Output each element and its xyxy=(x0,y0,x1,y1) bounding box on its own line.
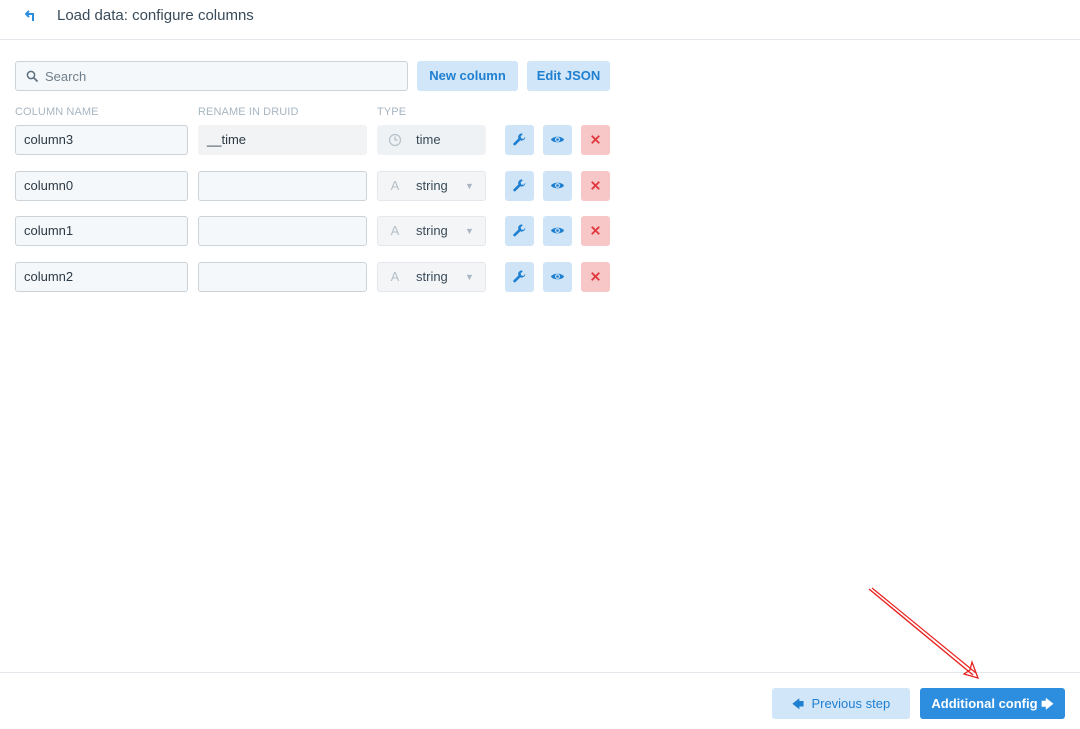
edit-column-button[interactable] xyxy=(505,216,534,246)
page-header: Load data: configure columns xyxy=(0,0,1080,40)
clock-icon xyxy=(388,133,402,147)
column-name-header: COLUMN NAME xyxy=(15,106,99,118)
close-icon xyxy=(591,272,600,281)
wrench-icon xyxy=(513,179,526,192)
additional-config-label: Additional config xyxy=(931,696,1038,711)
rename-input[interactable] xyxy=(198,262,367,292)
edit-column-button[interactable] xyxy=(505,262,534,292)
preview-column-button[interactable] xyxy=(543,125,572,155)
previous-step-button[interactable]: 🡄 Previous step xyxy=(772,688,910,719)
new-column-button[interactable]: New column xyxy=(417,61,518,91)
rename-input: __time xyxy=(198,125,367,155)
close-icon xyxy=(591,135,600,144)
rename-in-druid-header: RENAME IN DRUID xyxy=(198,106,299,118)
search-icon xyxy=(26,70,39,83)
remove-column-button[interactable] xyxy=(581,125,610,155)
preview-column-button[interactable] xyxy=(543,171,572,201)
wrench-icon xyxy=(513,270,526,283)
remove-column-button[interactable] xyxy=(581,171,610,201)
column-name-input[interactable]: column3 xyxy=(15,125,188,155)
edit-json-button[interactable]: Edit JSON xyxy=(527,61,610,91)
column-name-input[interactable]: column1 xyxy=(15,216,188,246)
additional-config-button[interactable]: Additional config 🡆 xyxy=(920,688,1065,719)
back-arrow-icon[interactable] xyxy=(25,8,41,24)
search-box[interactable] xyxy=(15,61,408,91)
footer-bar xyxy=(0,672,1080,729)
caret-down-icon: ▼ xyxy=(465,181,474,191)
type-select[interactable]: A string ▼ xyxy=(377,262,486,292)
arrow-right-icon: 🡆 xyxy=(1041,697,1054,711)
type-label: time xyxy=(416,132,441,147)
text-icon: A xyxy=(390,269,400,284)
text-icon: A xyxy=(390,223,400,238)
type-select: time xyxy=(377,125,486,155)
column-name-input[interactable]: column2 xyxy=(15,262,188,292)
eye-icon xyxy=(550,136,565,143)
close-icon xyxy=(591,181,600,190)
text-icon: A xyxy=(390,178,400,193)
page-title: Load data: configure columns xyxy=(57,7,254,24)
type-label: string xyxy=(416,223,448,238)
type-label: string xyxy=(416,269,448,284)
eye-icon xyxy=(550,273,565,280)
preview-column-button[interactable] xyxy=(543,262,572,292)
type-select[interactable]: A string ▼ xyxy=(377,171,486,201)
remove-column-button[interactable] xyxy=(581,216,610,246)
remove-column-button[interactable] xyxy=(581,262,610,292)
caret-down-icon: ▼ xyxy=(465,226,474,236)
column-name-input[interactable]: column0 xyxy=(15,171,188,201)
type-header: TYPE xyxy=(377,106,407,118)
wrench-icon xyxy=(513,133,526,146)
close-icon xyxy=(591,226,600,235)
type-select[interactable]: A string ▼ xyxy=(377,216,486,246)
search-input[interactable] xyxy=(45,62,400,90)
rename-input[interactable] xyxy=(198,171,367,201)
type-label: string xyxy=(416,178,448,193)
arrow-left-icon: 🡄 xyxy=(791,697,805,711)
caret-down-icon: ▼ xyxy=(465,272,474,282)
previous-step-label: Previous step xyxy=(811,696,891,711)
eye-icon xyxy=(550,227,565,234)
eye-icon xyxy=(550,182,565,189)
rename-input[interactable] xyxy=(198,216,367,246)
edit-column-button[interactable] xyxy=(505,125,534,155)
edit-column-button[interactable] xyxy=(505,171,534,201)
wrench-icon xyxy=(513,224,526,237)
preview-column-button[interactable] xyxy=(543,216,572,246)
